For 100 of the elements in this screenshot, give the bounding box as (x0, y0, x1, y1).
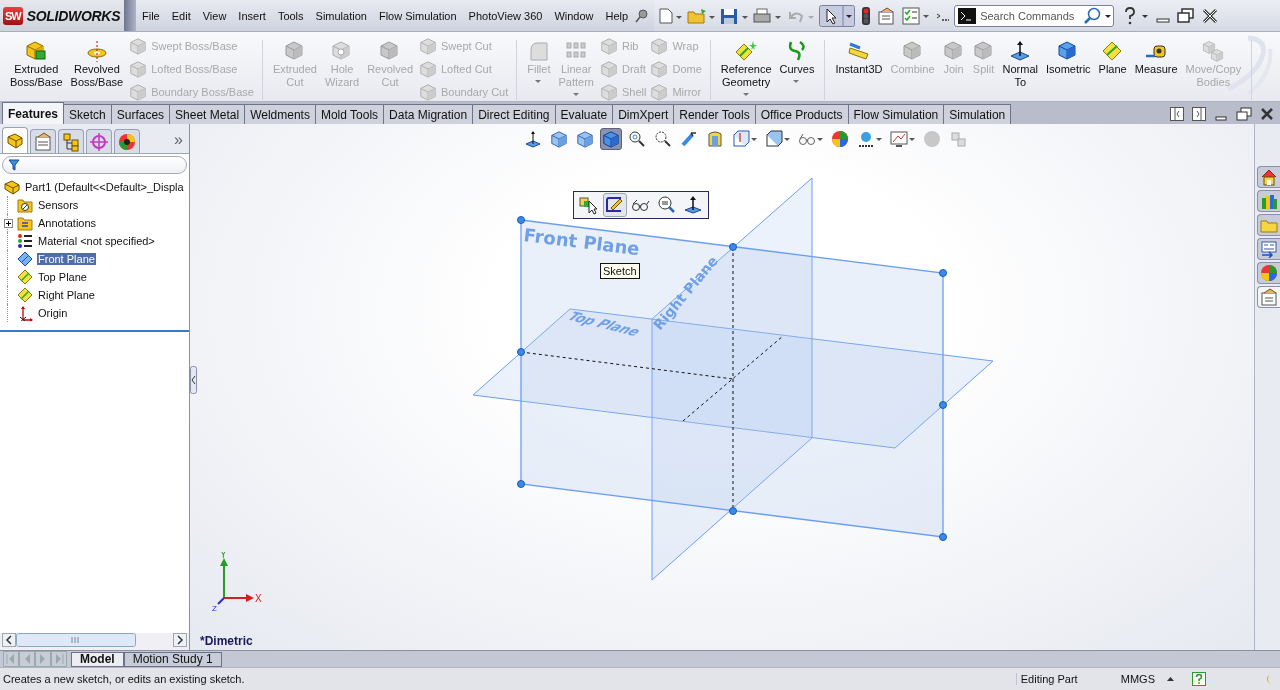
revolve-icon[interactable] (85, 40, 108, 62)
tree-item[interactable]: Top Plane (37, 271, 88, 283)
material-list-icon (17, 233, 33, 249)
tab[interactable]: Evaluate (554, 104, 614, 124)
ruler-arrow-icon[interactable] (847, 40, 870, 62)
scroll-left-icon[interactable] (2, 633, 16, 647)
tab[interactable]: Mold Tools (314, 104, 385, 124)
search-icon[interactable] (1083, 6, 1112, 25)
tab[interactable]: Data Migration (383, 104, 474, 124)
sphere-icon (923, 130, 941, 148)
tab[interactable]: Sketch (63, 104, 112, 124)
sketch-pencil-icon (605, 195, 625, 215)
filter-icon (8, 159, 20, 171)
tab[interactable]: Weldments (244, 104, 316, 124)
new-document-icon[interactable] (658, 7, 683, 24)
toolbar-button[interactable]: Revolved Boss/Base (66, 40, 128, 89)
toolbar-button[interactable]: Plane (1094, 40, 1131, 76)
menu-item[interactable]: Window (548, 9, 600, 22)
menu-item[interactable]: Simulation (309, 9, 373, 22)
toolbar-button[interactable]: Curves (775, 40, 819, 84)
tree-item[interactable]: Annotations (37, 217, 98, 229)
view-tool-button[interactable] (763, 128, 792, 150)
tab[interactable]: DimXpert (612, 104, 675, 124)
tree-item[interactable]: Part1 (Default<<Default>_Displa (24, 181, 185, 193)
tile-left-icon[interactable] (1170, 107, 1184, 121)
view-tool-button[interactable] (888, 128, 917, 150)
box-icon (599, 83, 618, 101)
context-tool-button[interactable] (603, 193, 627, 217)
tab[interactable]: Surfaces (110, 104, 171, 124)
normal-arrow-icon (524, 130, 542, 148)
printer-icon[interactable] (753, 7, 782, 24)
task-pane-tab[interactable] (1257, 286, 1280, 308)
display-style-icon (765, 130, 783, 148)
box-icon (650, 83, 669, 101)
plane-icon (17, 287, 33, 303)
plane-star-icon[interactable] (735, 40, 758, 62)
tree-item[interactable]: Material <not specified> (37, 235, 156, 247)
normal-arrow-icon[interactable] (1009, 40, 1032, 62)
caret-up-icon[interactable] (1167, 677, 1174, 681)
checklist-icon[interactable] (902, 6, 931, 25)
menu-item[interactable]: Edit (165, 9, 197, 22)
tab[interactable]: Office Products (754, 104, 849, 124)
task-pane-tab[interactable] (1257, 166, 1280, 188)
tab[interactable]: Direct Editing (472, 104, 556, 124)
tab[interactable]: Simulation (943, 104, 1012, 124)
color-ball-icon (1260, 264, 1278, 282)
menu-item[interactable]: Tools (271, 9, 310, 22)
menu-item[interactable]: Help (599, 9, 635, 22)
feature-tree-icon (5, 130, 25, 151)
plane-icon[interactable] (1101, 40, 1124, 62)
panel-tab[interactable] (114, 129, 140, 153)
task-pane-tab[interactable] (1257, 238, 1280, 260)
menu-item[interactable]: PhotoView 360 (462, 9, 549, 22)
units-label[interactable]: MMGS (1120, 673, 1155, 685)
tab[interactable]: Features (2, 102, 65, 124)
menu-item[interactable]: Insert (232, 9, 272, 22)
tab[interactable]: Model (71, 651, 124, 667)
box-icon (650, 37, 669, 55)
rebuild-icon (949, 130, 967, 148)
filter-field[interactable] (2, 156, 187, 174)
expand-icon[interactable] (4, 218, 13, 228)
panel-tab[interactable] (2, 127, 28, 153)
close-icon[interactable] (1260, 107, 1274, 121)
plane-icon (17, 251, 33, 267)
toolbar-button[interactable]: Normal To (998, 40, 1042, 89)
plane-icon (17, 269, 33, 285)
tree-item[interactable]: Origin (37, 307, 69, 319)
toolbar-button[interactable]: Measure (1130, 40, 1182, 76)
view-tool-button[interactable] (730, 128, 759, 150)
menu-item[interactable]: View (196, 9, 233, 22)
tab[interactable]: Sheet Metal (169, 104, 246, 124)
restore-icon[interactable] (1176, 5, 1197, 26)
monitor-icon (890, 130, 908, 148)
color-wheel-icon (831, 130, 849, 148)
menu-item[interactable]: File (136, 9, 166, 22)
menu-item[interactable]: Flow Simulation (372, 9, 463, 22)
toolbar-button[interactable]: Isometric (1041, 40, 1095, 76)
tree-item[interactable]: Right Plane (37, 289, 96, 301)
toolbar-button[interactable]: Extruded Boss/Base (6, 40, 67, 89)
collapse-handle-icon[interactable] (190, 366, 197, 394)
tree-item[interactable]: Sensors (37, 199, 80, 211)
restore-icon[interactable] (1236, 107, 1252, 121)
plane-label: Front Plane (522, 224, 641, 260)
tab[interactable]: Motion Study 1 (123, 651, 222, 667)
tile-right-icon[interactable] (1192, 107, 1206, 121)
logo-mark: SW (3, 6, 23, 25)
tab[interactable]: Render Tools (673, 104, 756, 124)
tree-item[interactable]: Front Plane (37, 253, 96, 265)
expand-button[interactable]: » (174, 131, 187, 153)
toolbar-button[interactable]: Reference Geometry (716, 40, 776, 97)
zoom-fit-icon (628, 130, 646, 148)
extruded-box-icon[interactable] (25, 40, 48, 62)
tab[interactable]: Flow Simulation (847, 104, 945, 124)
toolbar-button[interactable]: Instant3D (831, 40, 887, 76)
cube-icon (576, 130, 594, 148)
scroll-right-icon[interactable] (173, 633, 187, 647)
normal-arrow-icon (683, 195, 703, 215)
traffic-light-icon[interactable] (860, 5, 873, 26)
save-icon[interactable] (720, 7, 749, 24)
scroll-thumb-icon[interactable] (16, 633, 136, 647)
